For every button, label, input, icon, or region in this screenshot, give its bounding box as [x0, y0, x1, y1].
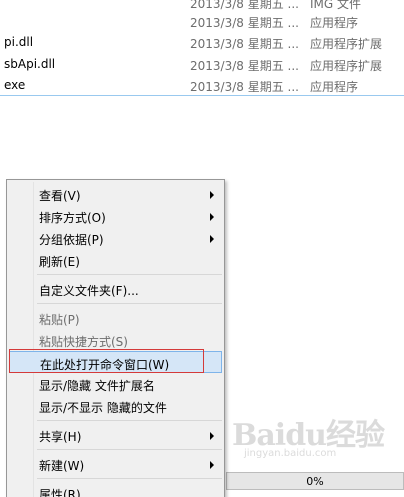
file-type: 应用程序扩展 — [310, 37, 383, 51]
file-type: 应用程序扩展 — [310, 59, 383, 73]
menu-item-toggle-hidden-files[interactable]: 显示/不显示 隐藏的文件 — [9, 395, 222, 417]
submenu-arrow-icon — [210, 213, 214, 221]
menu-item-label: 属性(R) — [39, 488, 81, 497]
menu-item-share[interactable]: 共享(H) — [9, 424, 222, 446]
menu-item-label: 显示/隐藏 文件扩展名 — [39, 379, 155, 393]
menu-item-label: 分组依据(P) — [39, 233, 104, 247]
red-annotation-box — [9, 349, 204, 373]
context-menu: 查看(V) 排序方式(O) 分组依据(P) 刷新(E) 自定义文件夹(F)...… — [6, 179, 225, 497]
menu-item-label: 查看(V) — [39, 189, 81, 203]
submenu-arrow-icon — [210, 432, 214, 440]
menu-separator — [37, 420, 222, 421]
progress-label: 0% — [306, 475, 324, 488]
menu-separator — [37, 274, 222, 275]
file-row[interactable]: sbApi.dll 2013/3/8 星期五 ... 应用程序扩展 — [0, 54, 404, 75]
menu-separator — [37, 478, 222, 479]
file-date: 2013/3/8 星期五 ... — [190, 37, 299, 51]
file-type: 应用程序 — [310, 16, 359, 30]
file-row[interactable]: 2013/3/8 星期五 ... 应用程序 — [0, 11, 404, 32]
file-date: 2013/3/8 星期五 ... — [190, 80, 299, 94]
file-row-selected[interactable]: exe 2013/3/8 星期五 ... 应用程序 — [0, 75, 404, 96]
file-name: pi.dll — [4, 35, 34, 49]
file-date: 2013/3/8 星期五 ... — [190, 16, 299, 30]
menu-item-label: 自定义文件夹(F)... — [39, 284, 139, 298]
menu-item-label: 粘贴快捷方式(S) — [39, 335, 128, 349]
baidu-watermark: Baidu经验 jingyan.baidu.com — [232, 410, 402, 465]
menu-item-group[interactable]: 分组依据(P) — [9, 227, 222, 249]
menu-item-properties[interactable]: 属性(R) — [9, 482, 222, 497]
menu-item-refresh[interactable]: 刷新(E) — [9, 249, 222, 271]
menu-item-paste: 粘贴(P) — [9, 307, 222, 329]
submenu-arrow-icon — [210, 461, 214, 469]
file-type: 应用程序 — [310, 80, 359, 94]
menu-item-label: 粘贴(P) — [39, 313, 80, 327]
menu-item-label: 刷新(E) — [39, 255, 80, 269]
file-date: 2013/3/8 星期五 ... — [190, 59, 299, 73]
menu-separator — [37, 303, 222, 304]
menu-item-label: 共享(H) — [39, 430, 82, 444]
menu-item-view[interactable]: 查看(V) — [9, 183, 222, 205]
menu-item-toggle-extensions[interactable]: 显示/隐藏 文件扩展名 — [9, 373, 222, 395]
menu-item-label: 新建(W) — [39, 459, 85, 473]
progress-bar: 0% — [226, 472, 404, 490]
watermark-url: jingyan.baidu.com — [244, 448, 337, 459]
submenu-arrow-icon — [210, 191, 214, 199]
menu-item-sort[interactable]: 排序方式(O) — [9, 205, 222, 227]
menu-item-paste-shortcut: 粘贴快捷方式(S) — [9, 329, 222, 351]
file-name: exe — [4, 78, 26, 92]
menu-item-label: 显示/不显示 隐藏的文件 — [39, 401, 167, 415]
file-row[interactable]: pi.dll 2013/3/8 星期五 ... 应用程序扩展 — [0, 32, 404, 53]
menu-item-label: 排序方式(O) — [39, 211, 106, 225]
file-name: sbApi.dll — [4, 57, 56, 71]
menu-separator — [37, 449, 222, 450]
submenu-arrow-icon — [210, 235, 214, 243]
menu-item-new[interactable]: 新建(W) — [9, 453, 222, 475]
menu-item-customize-folder[interactable]: 自定义文件夹(F)... — [9, 278, 222, 300]
